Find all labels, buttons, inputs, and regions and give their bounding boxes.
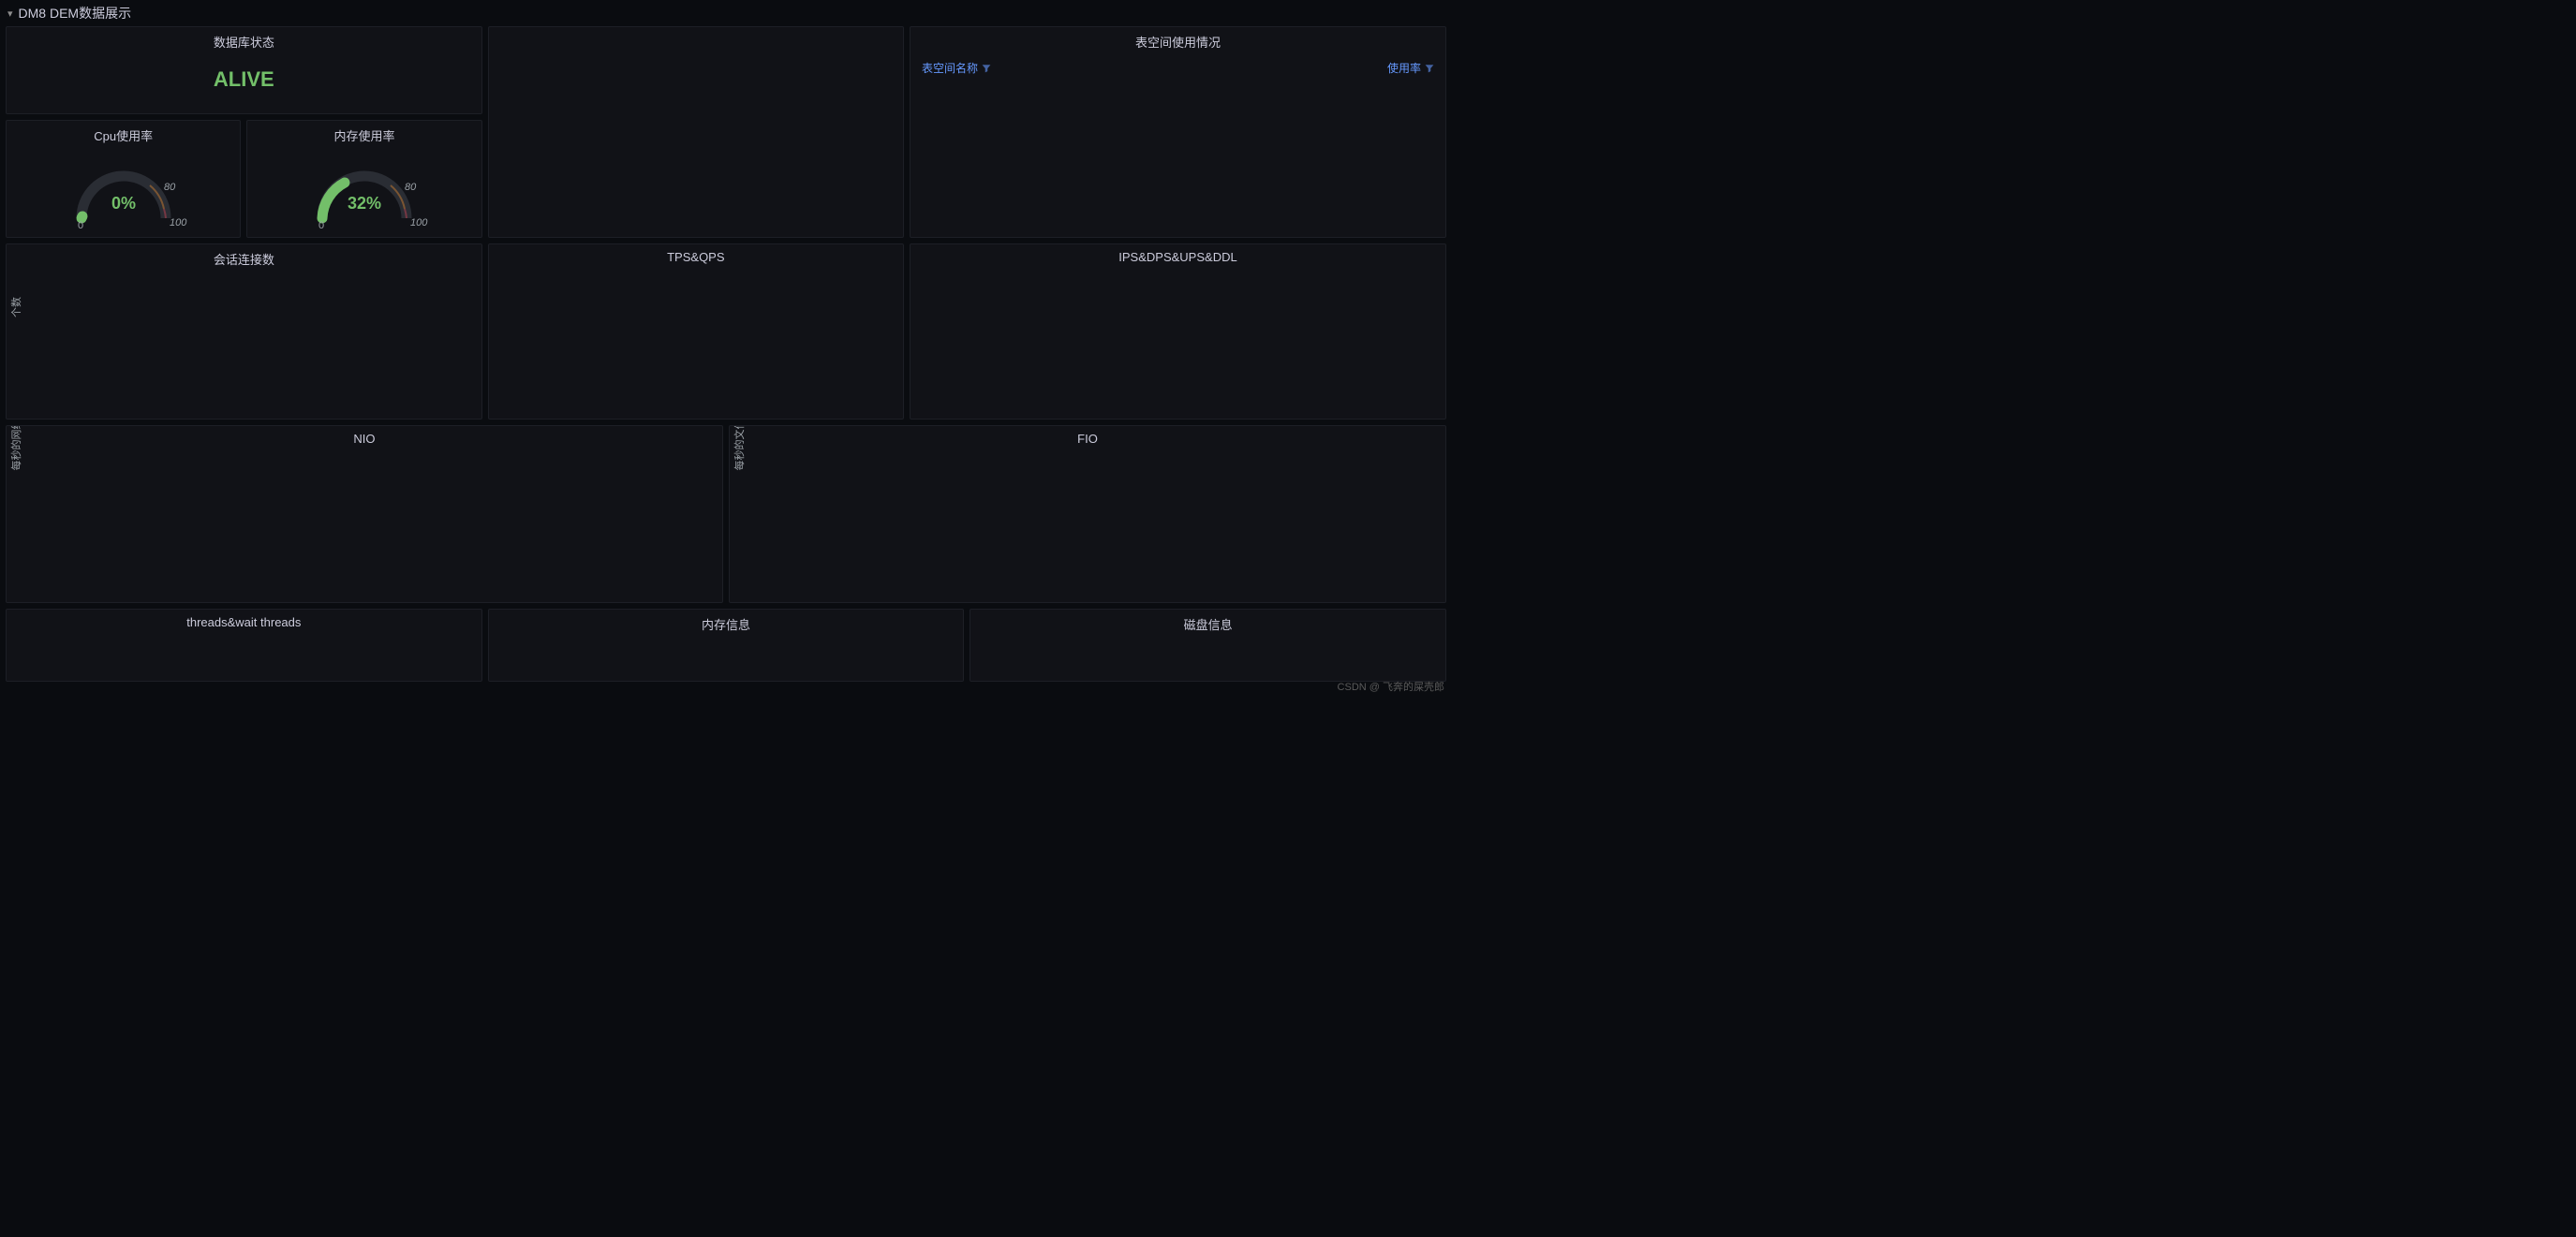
row-header-title: DM8 DEM数据展示 — [19, 4, 132, 22]
chart-area — [970, 637, 1445, 682]
panel-ipsdps[interactable]: IPS&DPS&UPS&DDL — [910, 243, 1446, 420]
svg-text:100: 100 — [410, 217, 428, 228]
panel-title: 内存使用率 — [247, 121, 481, 148]
chevron-down-icon: ▾ — [7, 7, 13, 20]
db-status-value: ALIVE — [7, 67, 481, 92]
panel-title: 表空间使用情况 — [910, 27, 1445, 54]
panel-zones[interactable] — [488, 26, 904, 238]
svg-text:80: 80 — [405, 182, 417, 193]
panel-title: NIO — [7, 426, 722, 449]
panel-title: 磁盘信息 — [970, 610, 1445, 637]
svg-text:0%: 0% — [111, 194, 136, 213]
svg-text:80: 80 — [164, 182, 176, 193]
filter-icon — [982, 64, 991, 73]
panel-diskinfo[interactable]: 磁盘信息 — [970, 609, 1446, 682]
chart-area — [14, 453, 715, 567]
y-axis-label: 个数 — [8, 297, 23, 317]
panel-title: IPS&DPS&UPS&DDL — [910, 244, 1445, 268]
chart-area — [489, 637, 964, 682]
panel-meminfo[interactable]: 内存信息 — [488, 609, 965, 682]
panel-title: 数据库状态 — [7, 27, 481, 54]
panel-tpsqps[interactable]: TPS&QPS — [488, 243, 904, 420]
y-axis-label: 每秒的网络大小 — [8, 425, 23, 471]
chart-area — [14, 275, 474, 388]
col-header-name[interactable]: 表空间名称 — [922, 60, 991, 76]
panel-mem-gauge[interactable]: 内存使用率 0 80 100 32% — [246, 120, 481, 238]
panel-db-status[interactable]: 数据库状态 ALIVE — [6, 26, 482, 114]
svg-text:0: 0 — [78, 220, 83, 229]
svg-text:100: 100 — [170, 217, 187, 228]
watermark: CSDN @ 飞奔的屎壳郎 — [1338, 679, 1444, 694]
svg-text:32%: 32% — [348, 194, 381, 213]
col-header-usage[interactable]: 使用率 — [1387, 60, 1434, 76]
row-header[interactable]: ▾ DM8 DEM数据展示 — [0, 0, 1452, 26]
panel-fio[interactable]: FIO 每秒的文件大小 — [729, 425, 1446, 603]
panel-title: Cpu使用率 — [7, 121, 240, 148]
panel-tablespaces[interactable]: 表空间使用情况 表空间名称 使用率 — [910, 26, 1446, 238]
chart-area — [737, 453, 1438, 567]
panel-title: 会话连接数 — [7, 244, 481, 272]
y-axis-label: 每秒的文件大小 — [732, 425, 747, 471]
panel-cpu-gauge[interactable]: Cpu使用率 0 80 100 0% — [6, 120, 241, 238]
panel-sessions[interactable]: 会话连接数 个数 — [6, 243, 482, 420]
filter-icon — [1425, 64, 1434, 73]
panel-title: FIO — [730, 426, 1445, 449]
panel-title: 内存信息 — [489, 610, 964, 637]
chart-area — [918, 272, 1438, 384]
panel-title: TPS&QPS — [489, 244, 903, 268]
chart-area — [496, 272, 896, 384]
chart-area — [7, 633, 481, 678]
panel-title: threads&wait threads — [7, 610, 481, 633]
svg-text:0: 0 — [318, 220, 324, 229]
panel-threads[interactable]: threads&wait threads — [6, 609, 482, 682]
panel-nio[interactable]: NIO 每秒的网络大小 — [6, 425, 723, 603]
